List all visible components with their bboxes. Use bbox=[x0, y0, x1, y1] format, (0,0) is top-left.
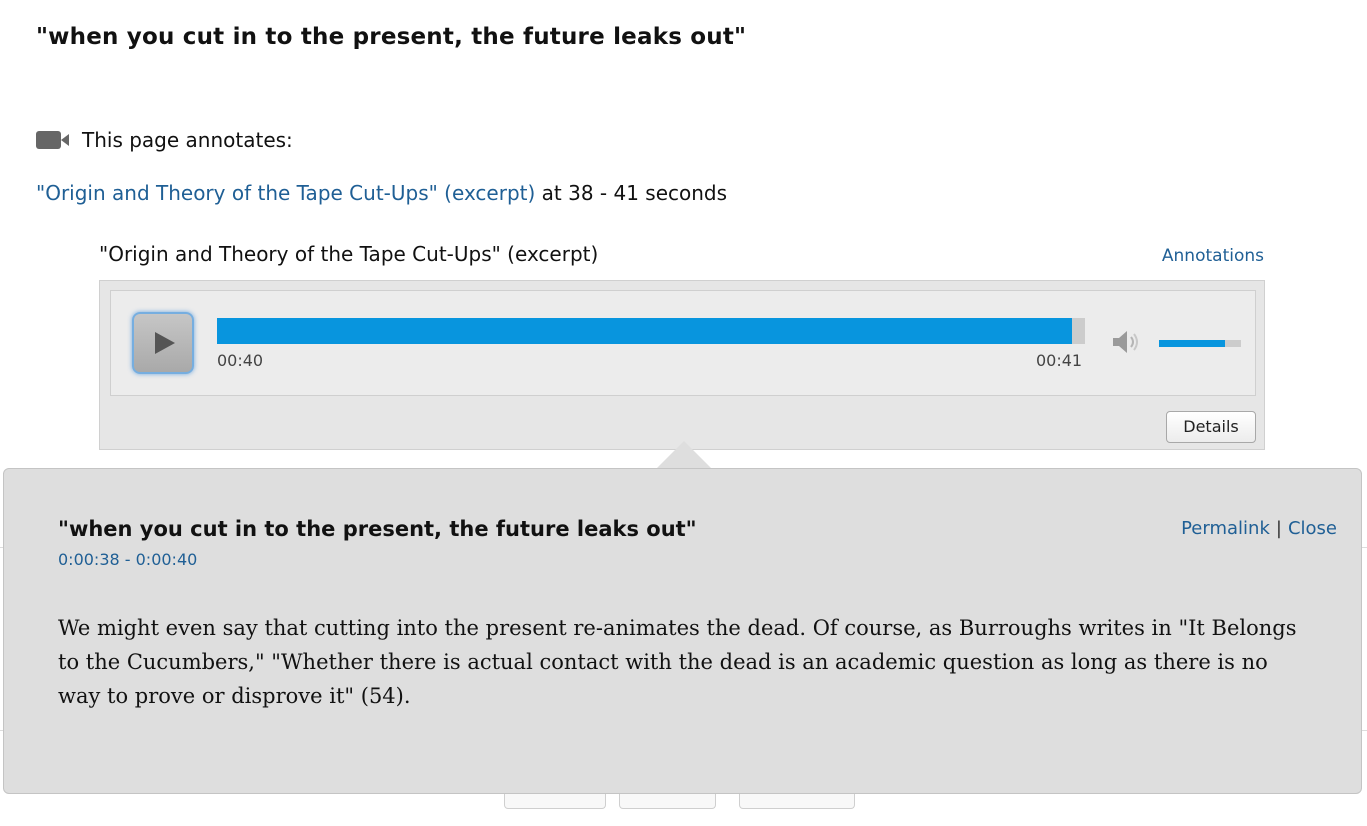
video-camera-icon bbox=[36, 129, 70, 151]
end-time: 00:41 bbox=[1036, 351, 1083, 370]
volume-level bbox=[1159, 340, 1225, 347]
popup-title: "when you cut in to the present, the fut… bbox=[58, 517, 697, 541]
permalink-link[interactable]: Permalink bbox=[1181, 518, 1270, 539]
close-link[interactable]: Close bbox=[1288, 518, 1337, 539]
annotations-link[interactable]: Annotations bbox=[1162, 246, 1264, 266]
progress-bar[interactable] bbox=[217, 318, 1085, 344]
play-button[interactable] bbox=[132, 312, 194, 374]
page-title: "when you cut in to the present, the fut… bbox=[36, 24, 747, 50]
annotation-body: We might even say that cutting into the … bbox=[58, 616, 1297, 708]
player-title: "Origin and Theory of the Tape Cut-Ups" … bbox=[99, 242, 599, 266]
current-time: 00:40 bbox=[217, 351, 264, 370]
progress-fill bbox=[217, 318, 1072, 344]
play-icon bbox=[155, 332, 175, 354]
link-separator: | bbox=[1275, 518, 1282, 539]
popup-time-range: 0:00:38 - 0:00:40 bbox=[58, 550, 198, 569]
annotates-label: This page annotates: bbox=[82, 128, 293, 152]
details-button[interactable]: Details bbox=[1166, 411, 1256, 443]
volume-icon[interactable] bbox=[1111, 329, 1145, 355]
annotation-popup: "when you cut in to the present, the fut… bbox=[3, 468, 1362, 794]
annotates-row: This page annotates: bbox=[36, 128, 293, 152]
source-time-range: at 38 - 41 seconds bbox=[535, 181, 728, 205]
source-link[interactable]: "Origin and Theory of the Tape Cut-Ups" … bbox=[36, 181, 535, 205]
source-row: "Origin and Theory of the Tape Cut-Ups" … bbox=[36, 181, 727, 205]
popup-links: Permalink | Close bbox=[1181, 518, 1337, 539]
player-controls: 00:40 00:41 bbox=[110, 290, 1256, 396]
popup-pointer bbox=[656, 441, 712, 469]
audio-player: 00:40 00:41 Details bbox=[99, 280, 1265, 450]
volume-slider[interactable] bbox=[1159, 340, 1241, 347]
page: "when you cut in to the present, the fut… bbox=[0, 0, 1367, 826]
